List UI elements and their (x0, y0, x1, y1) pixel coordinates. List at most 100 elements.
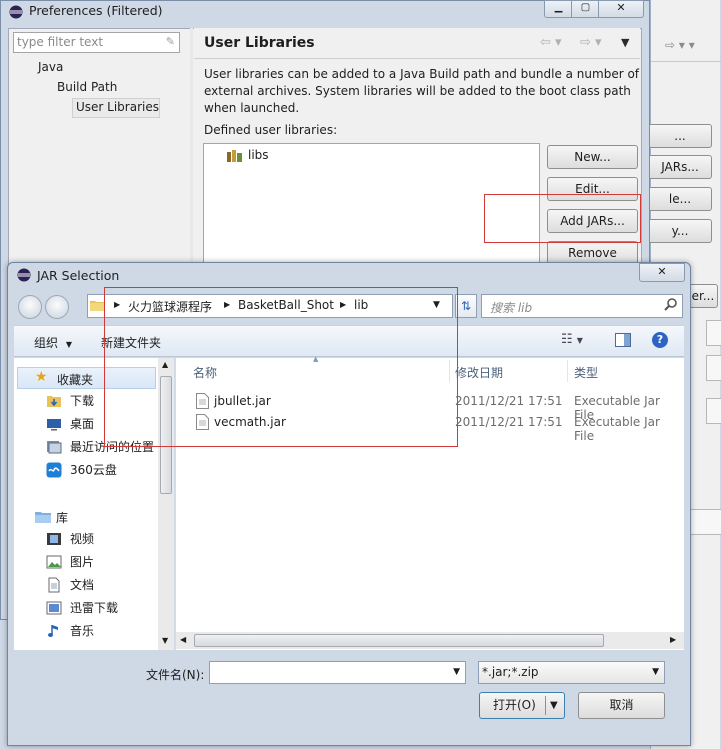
bg-panel-3 (706, 398, 721, 424)
bg-button-3[interactable]: le... (648, 187, 712, 211)
close-button[interactable]: ✕ (598, 0, 644, 18)
nav-scrollbar[interactable]: ▲ ▼ (158, 358, 174, 650)
crumb-sep-icon[interactable]: ▶ (114, 300, 120, 309)
sort-indicator-icon: ▲ (313, 355, 319, 363)
favorites-header[interactable]: ★ 收藏夹 (17, 367, 156, 389)
bg-panel-2 (706, 355, 721, 381)
filename-input[interactable]: ▼ (209, 661, 466, 684)
open-dropdown-icon[interactable]: ▼ (550, 693, 558, 718)
file-date: 2011/12/21 17:51 (455, 415, 563, 429)
bg-divider (651, 61, 721, 62)
column-divider[interactable] (449, 360, 450, 382)
nav-scroll-thumb[interactable] (160, 376, 172, 494)
tree-item-build-path[interactable]: Build Path (57, 80, 117, 94)
scroll-right-icon[interactable]: ▶ (670, 635, 676, 644)
new-button[interactable]: New... (547, 145, 638, 169)
add-jars-button[interactable]: Add JARs... (547, 209, 638, 233)
forward-arrow-icon[interactable]: ⇨ ▾ (580, 35, 602, 50)
desktop-icon (46, 416, 62, 432)
page-description: User libraries can be added to a Java Bu… (204, 67, 640, 115)
clear-filter-icon[interactable]: ✎ (166, 35, 175, 48)
jar-close-button[interactable]: ✕ (639, 263, 685, 282)
view-menu-icon[interactable]: ▼ (621, 36, 629, 49)
open-label: 打开(O) (493, 698, 536, 712)
video-icon (46, 531, 62, 547)
filter-placeholder: type filter text (17, 35, 104, 49)
bg-button-4[interactable]: y... (648, 219, 712, 243)
organize-button[interactable]: 组织 ▼ (34, 334, 72, 351)
folder-icon (90, 299, 104, 311)
horizontal-scrollbar[interactable]: ◀ ▶ (176, 632, 684, 649)
file-type: Executable Jar File (574, 415, 660, 443)
address-dropdown-icon[interactable]: ▼ (433, 300, 440, 310)
file-type-value: *.jar;*.zip (482, 665, 539, 679)
maximize-button[interactable]: ▢ (571, 0, 600, 18)
search-icon[interactable] (664, 297, 678, 311)
h-scroll-thumb[interactable] (194, 634, 604, 647)
bg-button-2[interactable]: JARs... (648, 155, 712, 179)
jar-file-icon (196, 414, 209, 430)
forward-button[interactable] (45, 295, 69, 319)
breadcrumb-item[interactable]: lib (354, 298, 368, 312)
scroll-left-icon[interactable]: ◀ (180, 635, 186, 644)
tree-item-java[interactable]: Java (38, 60, 63, 74)
file-date: 2011/12/21 17:51 (455, 394, 563, 408)
recent-places-icon (46, 439, 62, 455)
view-options-icon[interactable]: ☷ ▼ (561, 332, 583, 347)
page-title: User Libraries (204, 35, 315, 51)
cloud-icon (46, 462, 62, 478)
column-header-type[interactable]: 类型 (574, 364, 598, 381)
file-type-select[interactable]: *.jar;*.zip ▼ (478, 661, 665, 684)
organize-label: 组织 (34, 336, 59, 350)
bg-button-1[interactable]: ... (648, 124, 712, 148)
edit-button[interactable]: Edit... (547, 177, 638, 201)
minimize-button[interactable]: ▁ (544, 0, 573, 18)
search-placeholder: 搜索 lib (490, 301, 533, 315)
crumb-sep-icon[interactable]: ▶ (340, 300, 346, 309)
bg-button-5[interactable]: er... (688, 284, 718, 308)
nav-scroll-up-icon[interactable]: ▲ (162, 360, 168, 369)
library-icon (226, 149, 244, 163)
file-row[interactable]: vecmath.jar 2011/12/21 17:51 Executable … (176, 412, 682, 443)
library-header[interactable]: 库 (34, 507, 154, 527)
file-name: jbullet.jar (214, 394, 271, 408)
file-type-dropdown-icon: ▼ (652, 667, 659, 677)
column-divider[interactable] (567, 360, 568, 382)
nav-scroll-down-icon[interactable]: ▼ (162, 636, 168, 645)
libraries-icon (34, 509, 52, 524)
bg-chevron-icon[interactable]: ⇨ ▾ ▾ (665, 38, 695, 52)
help-icon[interactable]: ? (652, 332, 668, 348)
tree-item-user-libraries-label: User Libraries (76, 100, 159, 114)
new-folder-button[interactable]: 新建文件夹 (101, 334, 161, 351)
file-row[interactable]: jbullet.jar 2011/12/21 17:51 Executable … (176, 391, 682, 422)
breadcrumb-item[interactable]: BasketBall_Shot (238, 298, 334, 312)
search-input[interactable]: 搜索 lib (481, 294, 683, 318)
eclipse-logo-icon (9, 5, 23, 19)
favorites-label: 收藏夹 (57, 373, 94, 387)
organize-dropdown-icon: ▼ (65, 340, 72, 349)
file-name: vecmath.jar (214, 415, 286, 429)
column-header-date[interactable]: 修改日期 (455, 364, 503, 381)
open-split-divider (545, 696, 546, 715)
picture-icon (46, 554, 62, 570)
preferences-title: Preferences (Filtered) (29, 3, 163, 18)
cancel-button[interactable]: 取消 (578, 692, 665, 719)
column-header-name[interactable]: 名称 (193, 364, 217, 381)
open-button[interactable]: 打开(O) ▼ (479, 692, 565, 719)
jar-file-icon (196, 393, 209, 409)
filter-input[interactable]: type filter text ✎ (13, 32, 180, 53)
back-arrow-icon[interactable]: ⇦ ▾ (540, 35, 562, 50)
breadcrumb-item[interactable]: 火力篮球源程序 (128, 298, 212, 315)
back-button[interactable] (18, 295, 42, 319)
preview-pane-icon[interactable] (615, 333, 631, 347)
filename-dropdown-icon[interactable]: ▼ (453, 667, 460, 677)
crumb-sep-icon[interactable]: ▶ (224, 300, 230, 309)
sash[interactable] (190, 28, 193, 268)
defined-libraries-label: Defined user libraries: (204, 123, 338, 137)
refresh-button[interactable]: ⇅ (455, 294, 477, 318)
tree-item-user-libraries[interactable]: User Libraries (72, 98, 160, 118)
filename-label: 文件名(N): (146, 668, 205, 682)
star-icon: ★ (35, 369, 48, 385)
bg-panel-1 (706, 320, 721, 346)
library-header-label: 库 (56, 511, 69, 525)
